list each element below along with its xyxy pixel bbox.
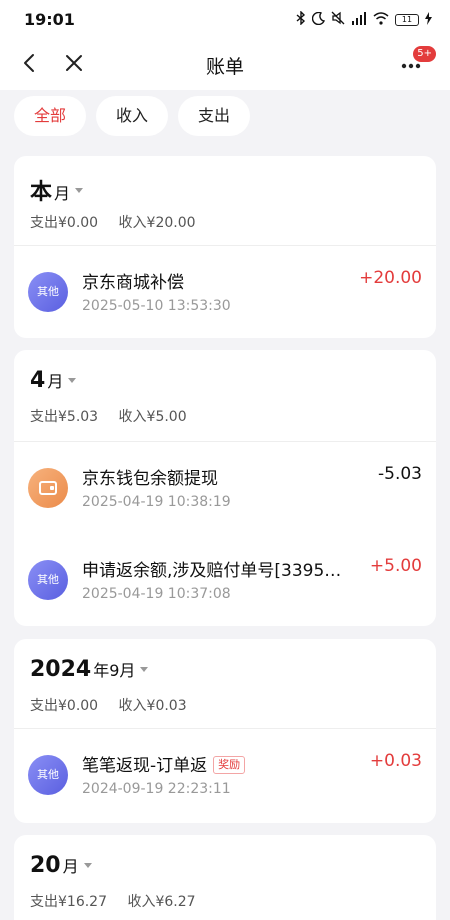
category-other-icon: 其他 <box>28 755 68 795</box>
caret-down-icon <box>83 863 92 868</box>
filter-tabs: 全部 收入 支出 <box>14 96 251 136</box>
reward-tag: 奖励 <box>213 756 246 774</box>
transaction-amount: +0.03 <box>369 751 422 771</box>
tab-all[interactable]: 全部 <box>14 96 87 136</box>
month-selector[interactable]: 2024 年9月 <box>30 657 149 682</box>
signal-icon <box>351 11 367 29</box>
caret-down-icon <box>75 187 84 193</box>
notification-badge: 5+ <box>413 46 436 62</box>
transaction-name: 申请返余额,涉及赔付单号[3395… <box>82 561 342 581</box>
tab-expense[interactable]: 支出 <box>178 96 251 136</box>
month-summary: 支出¥16.27 收入¥6.27 <box>30 891 212 911</box>
wifi-icon <box>373 11 389 29</box>
month-summary: 支出¥0.00 收入¥20.00 <box>30 212 212 232</box>
category-other-icon: 其他 <box>28 560 68 600</box>
income-total: 收入¥20.00 <box>118 215 196 231</box>
month-number: 本 <box>30 180 53 205</box>
month-number: 4 <box>30 368 46 393</box>
charging-icon <box>425 11 432 29</box>
transaction-row[interactable]: 京东钱包余额提现 2025-04-19 10:38:19 -5.03 <box>14 442 436 534</box>
moon-icon <box>311 11 326 29</box>
month-unit: 月 <box>62 857 79 876</box>
caret-down-icon <box>140 667 149 672</box>
income-total: 收入¥6.27 <box>127 894 196 910</box>
month-card: 20 月 支出¥16.27 收入¥6.27 <box>14 835 436 920</box>
transaction-time: 2025-04-19 10:38:19 <box>82 494 231 510</box>
transaction-amount: +20.00 <box>359 268 422 288</box>
income-total: 收入¥0.03 <box>118 698 187 714</box>
expense-total: 支出¥16.27 <box>30 894 107 910</box>
month-card: 本 月 支出¥0.00 收入¥20.00 其他 京东商城补偿 2025-05-1… <box>14 156 436 338</box>
bluetooth-icon <box>296 10 306 29</box>
month-number: 2024 <box>30 657 92 682</box>
transaction-row[interactable]: 其他 京东商城补偿 2025-05-10 13:53:30 +20.00 <box>14 246 436 338</box>
expense-total: 支出¥0.00 <box>30 698 99 714</box>
transaction-name: 京东商城补偿 <box>82 273 184 293</box>
transaction-name: 京东钱包余额提现 <box>82 469 218 489</box>
mute-icon <box>331 11 345 29</box>
transaction-row[interactable]: 其他 申请返余额,涉及赔付单号[3395… 2025-04-19 10:37:0… <box>14 534 436 626</box>
battery-icon: 11 <box>395 14 419 26</box>
expense-total: 支出¥0.00 <box>30 215 99 231</box>
transaction-time: 2025-04-19 10:37:08 <box>82 586 231 602</box>
caret-down-icon <box>68 378 77 383</box>
expense-total: 支出¥5.03 <box>30 409 99 425</box>
status-bar: 19:01 11 <box>0 0 450 40</box>
transaction-amount: +5.00 <box>369 556 422 576</box>
tab-income[interactable]: 收入 <box>96 96 169 136</box>
page-title: 账单 <box>205 56 244 78</box>
month-unit: 月 <box>54 184 71 203</box>
category-other-icon: 其他 <box>28 272 68 312</box>
month-card: 4 月 支出¥5.03 收入¥5.00 京东钱包余额提现 2025-04-19 … <box>14 350 436 626</box>
status-icons: 11 <box>296 10 432 29</box>
status-time: 19:01 <box>24 10 75 29</box>
transaction-name-text: 笔笔返现-订单返 <box>82 756 208 776</box>
month-summary: 支出¥5.03 收入¥5.00 <box>30 406 203 426</box>
month-selector[interactable]: 本 月 <box>30 174 84 206</box>
month-card: 2024 年9月 支出¥0.00 收入¥0.03 其他 笔笔返现-订单返 奖励 2… <box>14 639 436 823</box>
month-summary: 支出¥0.00 收入¥0.03 <box>30 695 203 715</box>
transaction-time: 2024-09-19 22:23:11 <box>82 781 231 797</box>
transaction-time: 2025-05-10 13:53:30 <box>82 298 231 314</box>
month-unit: 月 <box>47 372 64 391</box>
month-unit: 年9月 <box>93 661 136 680</box>
month-number: 20 <box>30 853 61 878</box>
month-selector[interactable]: 20 月 <box>30 853 92 878</box>
nav-bar: 账单 5+ <box>0 40 450 90</box>
month-selector[interactable]: 4 月 <box>30 368 77 393</box>
transaction-amount: -5.03 <box>378 464 422 484</box>
wallet-glyph <box>39 481 57 495</box>
transaction-name: 笔笔返现-订单返 奖励 <box>82 751 246 776</box>
transaction-row[interactable]: 其他 笔笔返现-订单返 奖励 2024-09-19 22:23:11 +0.03 <box>14 729 436 821</box>
income-total: 收入¥5.00 <box>118 409 187 425</box>
wallet-icon <box>28 468 68 508</box>
